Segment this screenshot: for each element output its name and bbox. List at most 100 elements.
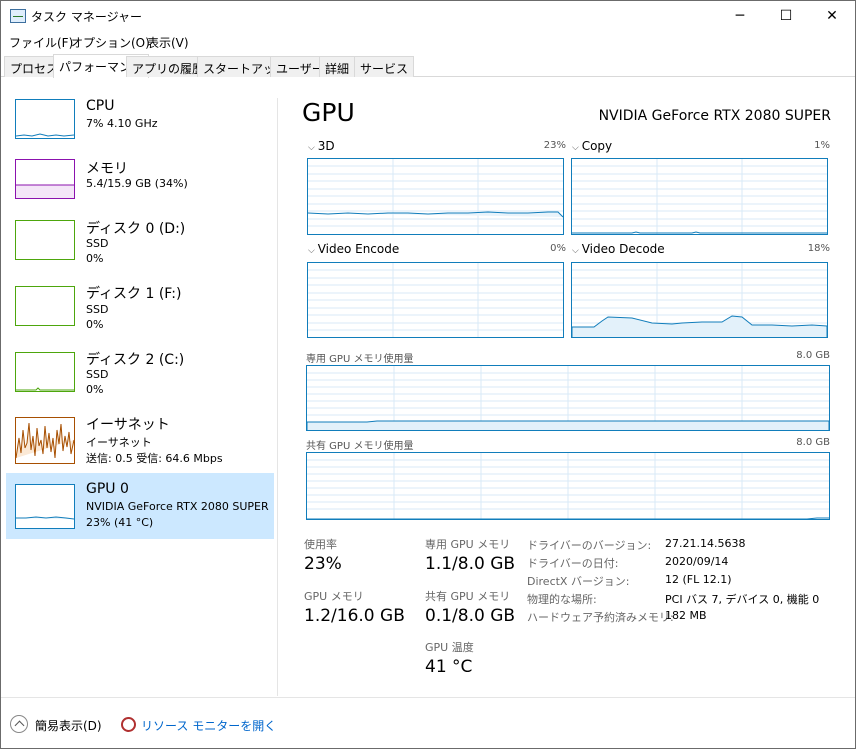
engine-decode-selector[interactable]: ⌵ Video Decode (572, 242, 665, 256)
sidebar-item-ethernet[interactable]: イーサネット イーサネット 送信: 0.5 受信: 64.6 Mbps (6, 409, 274, 473)
engine-copy-series (572, 231, 827, 234)
ethernet-thumbnail-graph (15, 417, 75, 464)
directx-version-value: 12 (FL 12.1) (665, 573, 732, 586)
dedicated-memory-stat-value: 1.1/8.0 GB (425, 554, 516, 574)
dedicated-memory-series (307, 420, 829, 430)
title-bar: タスク マネージャー ─ ☐ ✕ (1, 1, 855, 32)
sidebar-item-gpu0[interactable]: GPU 0 NVIDIA GeForce RTX 2080 SUPER 23% … (6, 473, 274, 539)
sidebar-item-title: ディスク 2 (C:) (86, 352, 185, 368)
engine-copy-selector[interactable]: ⌵ Copy (572, 139, 612, 153)
menu-file[interactable]: ファイル(F) (9, 34, 73, 51)
sidebar-item-disk2[interactable]: ディスク 2 (C:) SSD 0% (6, 343, 274, 407)
engine-copy-graph (571, 158, 828, 235)
open-resource-monitor-link[interactable]: リソース モニターを開く (141, 717, 276, 734)
engine-encode-grid (308, 263, 563, 337)
dedicated-memory-grid (307, 366, 829, 430)
dedicated-memory-max: 8.0 GB (796, 350, 830, 361)
engine-3d-grid (308, 159, 563, 234)
engine-3d-graph (307, 158, 564, 235)
ethernet-thumbnail-line (15, 422, 75, 459)
shared-memory-max: 8.0 GB (796, 437, 830, 448)
tab-services[interactable]: サービス (354, 56, 415, 77)
maximize-button[interactable]: ☐ (763, 1, 809, 32)
gpu-memory-label: GPU メモリ (304, 590, 364, 603)
dedicated-memory-graph (306, 365, 830, 431)
close-button[interactable]: ✕ (809, 1, 855, 32)
engine-copy-svg (572, 159, 827, 234)
sidebar-item-disk0[interactable]: ディスク 0 (D:) SSD 0% (6, 212, 274, 276)
shared-memory-label: 共有 GPU メモリ使用量 (306, 441, 414, 452)
sidebar-item-sub: NVIDIA GeForce RTX 2080 SUPER (86, 500, 269, 513)
reserved-memory-label: ハードウェア予約済みメモリ: (527, 611, 674, 624)
resource-sidebar: CPU 7% 4.10 GHz メモリ 5.4/15.9 GB (34%) ディ… (1, 78, 277, 696)
sidebar-item-sub: SSD (86, 368, 109, 381)
directx-version-label: DirectX バージョン: (527, 575, 630, 588)
menu-options[interactable]: オプション(O) (71, 34, 150, 51)
engine-encode-label: Video Encode (317, 242, 400, 256)
engine-decode-label: Video Decode (581, 242, 665, 256)
gpu-model-name: NVIDIA GeForce RTX 2080 SUPER (598, 108, 831, 124)
task-manager-icon (10, 9, 26, 23)
sidebar-item-disk1[interactable]: ディスク 1 (F:) SSD 0% (6, 278, 274, 342)
engine-copy-grid (572, 159, 827, 234)
sidebar-item-cpu[interactable]: CPU 7% 4.10 GHz (6, 92, 274, 156)
resource-monitor-icon (121, 717, 136, 732)
tab-details[interactable]: 詳細 (319, 56, 356, 77)
disk0-thumbnail-graph (15, 220, 75, 260)
engine-3d-selector[interactable]: ⌵ 3D (308, 139, 335, 153)
driver-version-value: 27.21.14.5638 (665, 537, 746, 550)
driver-date-label: ドライバーの日付: (527, 557, 619, 570)
sidebar-item-sub2: 送信: 0.5 受信: 64.6 Mbps (86, 452, 223, 465)
sidebar-item-title: イーサネット (86, 417, 170, 433)
engine-decode-series (572, 315, 827, 337)
engine-encode-pct: 0% (550, 243, 566, 254)
shared-memory-stat-value: 0.1/8.0 GB (425, 606, 516, 626)
dedicated-memory-svg (307, 366, 829, 430)
gpu0-thumbnail-line (16, 516, 75, 520)
engine-encode-graph (307, 262, 564, 338)
engine-copy-label: Copy (581, 139, 613, 153)
footer-bar: 簡易表示(D) リソース モニターを開く (1, 697, 855, 749)
minimize-button[interactable]: ─ (717, 1, 763, 32)
dedicated-memory-stat-label: 専用 GPU メモリ (425, 538, 511, 551)
driver-date-value: 2020/09/14 (665, 555, 729, 568)
chevron-down-icon: ⌵ (308, 143, 318, 153)
engine-3d-label: 3D (317, 139, 335, 153)
memory-thumbnail-graph (15, 159, 75, 199)
physical-location-value: PCI バス 7, デバイス 0, 機能 0 (665, 593, 820, 606)
window-title: タスク マネージャー (31, 10, 142, 24)
gpu-temp-value: 41 °C (425, 657, 473, 677)
engine-decode-svg (572, 263, 827, 337)
disk2-thumbnail-line (16, 387, 74, 391)
chevron-down-icon: ⌵ (572, 246, 582, 256)
fewer-details-button[interactable]: 簡易表示(D) (35, 717, 102, 734)
chevron-up-icon[interactable] (10, 715, 28, 733)
sidebar-item-sub: 7% 4.10 GHz (86, 117, 158, 130)
engine-3d-pct: 23% (543, 140, 566, 151)
menu-view[interactable]: 表示(V) (147, 34, 189, 51)
usage-label: 使用率 (304, 538, 337, 551)
sidebar-item-sub2: 0% (86, 383, 104, 396)
dedicated-memory-label: 専用 GPU メモリ使用量 (306, 354, 414, 365)
sidebar-item-title: ディスク 1 (F:) (86, 286, 182, 302)
sidebar-item-title: メモリ (86, 161, 128, 177)
gpu-detail-pane: GPU NVIDIA GeForce RTX 2080 SUPER ⌵ 3D 2… (278, 78, 855, 696)
engine-encode-selector[interactable]: ⌵ Video Encode (308, 242, 399, 256)
engine-copy-pct: 1% (814, 140, 830, 151)
engine-decode-pct: 18% (807, 243, 830, 254)
gpu-memory-value: 1.2/16.0 GB (304, 606, 405, 626)
chevron-down-icon: ⌵ (572, 143, 582, 153)
sidebar-item-title: ディスク 0 (D:) (86, 221, 186, 237)
engine-decode-graph (571, 262, 828, 338)
sidebar-item-memory[interactable]: メモリ 5.4/15.9 GB (34%) (6, 152, 274, 216)
menu-bar: ファイル(F) オプション(O) 表示(V) (1, 32, 855, 52)
sidebar-item-sub2: 0% (86, 318, 104, 331)
driver-version-label: ドライバーのバージョン: (527, 539, 652, 552)
cpu-thumbnail-graph (15, 99, 75, 139)
sidebar-item-sub: 5.4/15.9 GB (34%) (86, 177, 188, 190)
sidebar-item-title: GPU 0 (86, 481, 129, 497)
reserved-memory-value: 182 MB (665, 609, 707, 622)
sidebar-item-sub2: 0% (86, 252, 104, 265)
sidebar-item-title: CPU (86, 98, 115, 114)
shared-memory-stat-label: 共有 GPU メモリ (425, 590, 511, 603)
